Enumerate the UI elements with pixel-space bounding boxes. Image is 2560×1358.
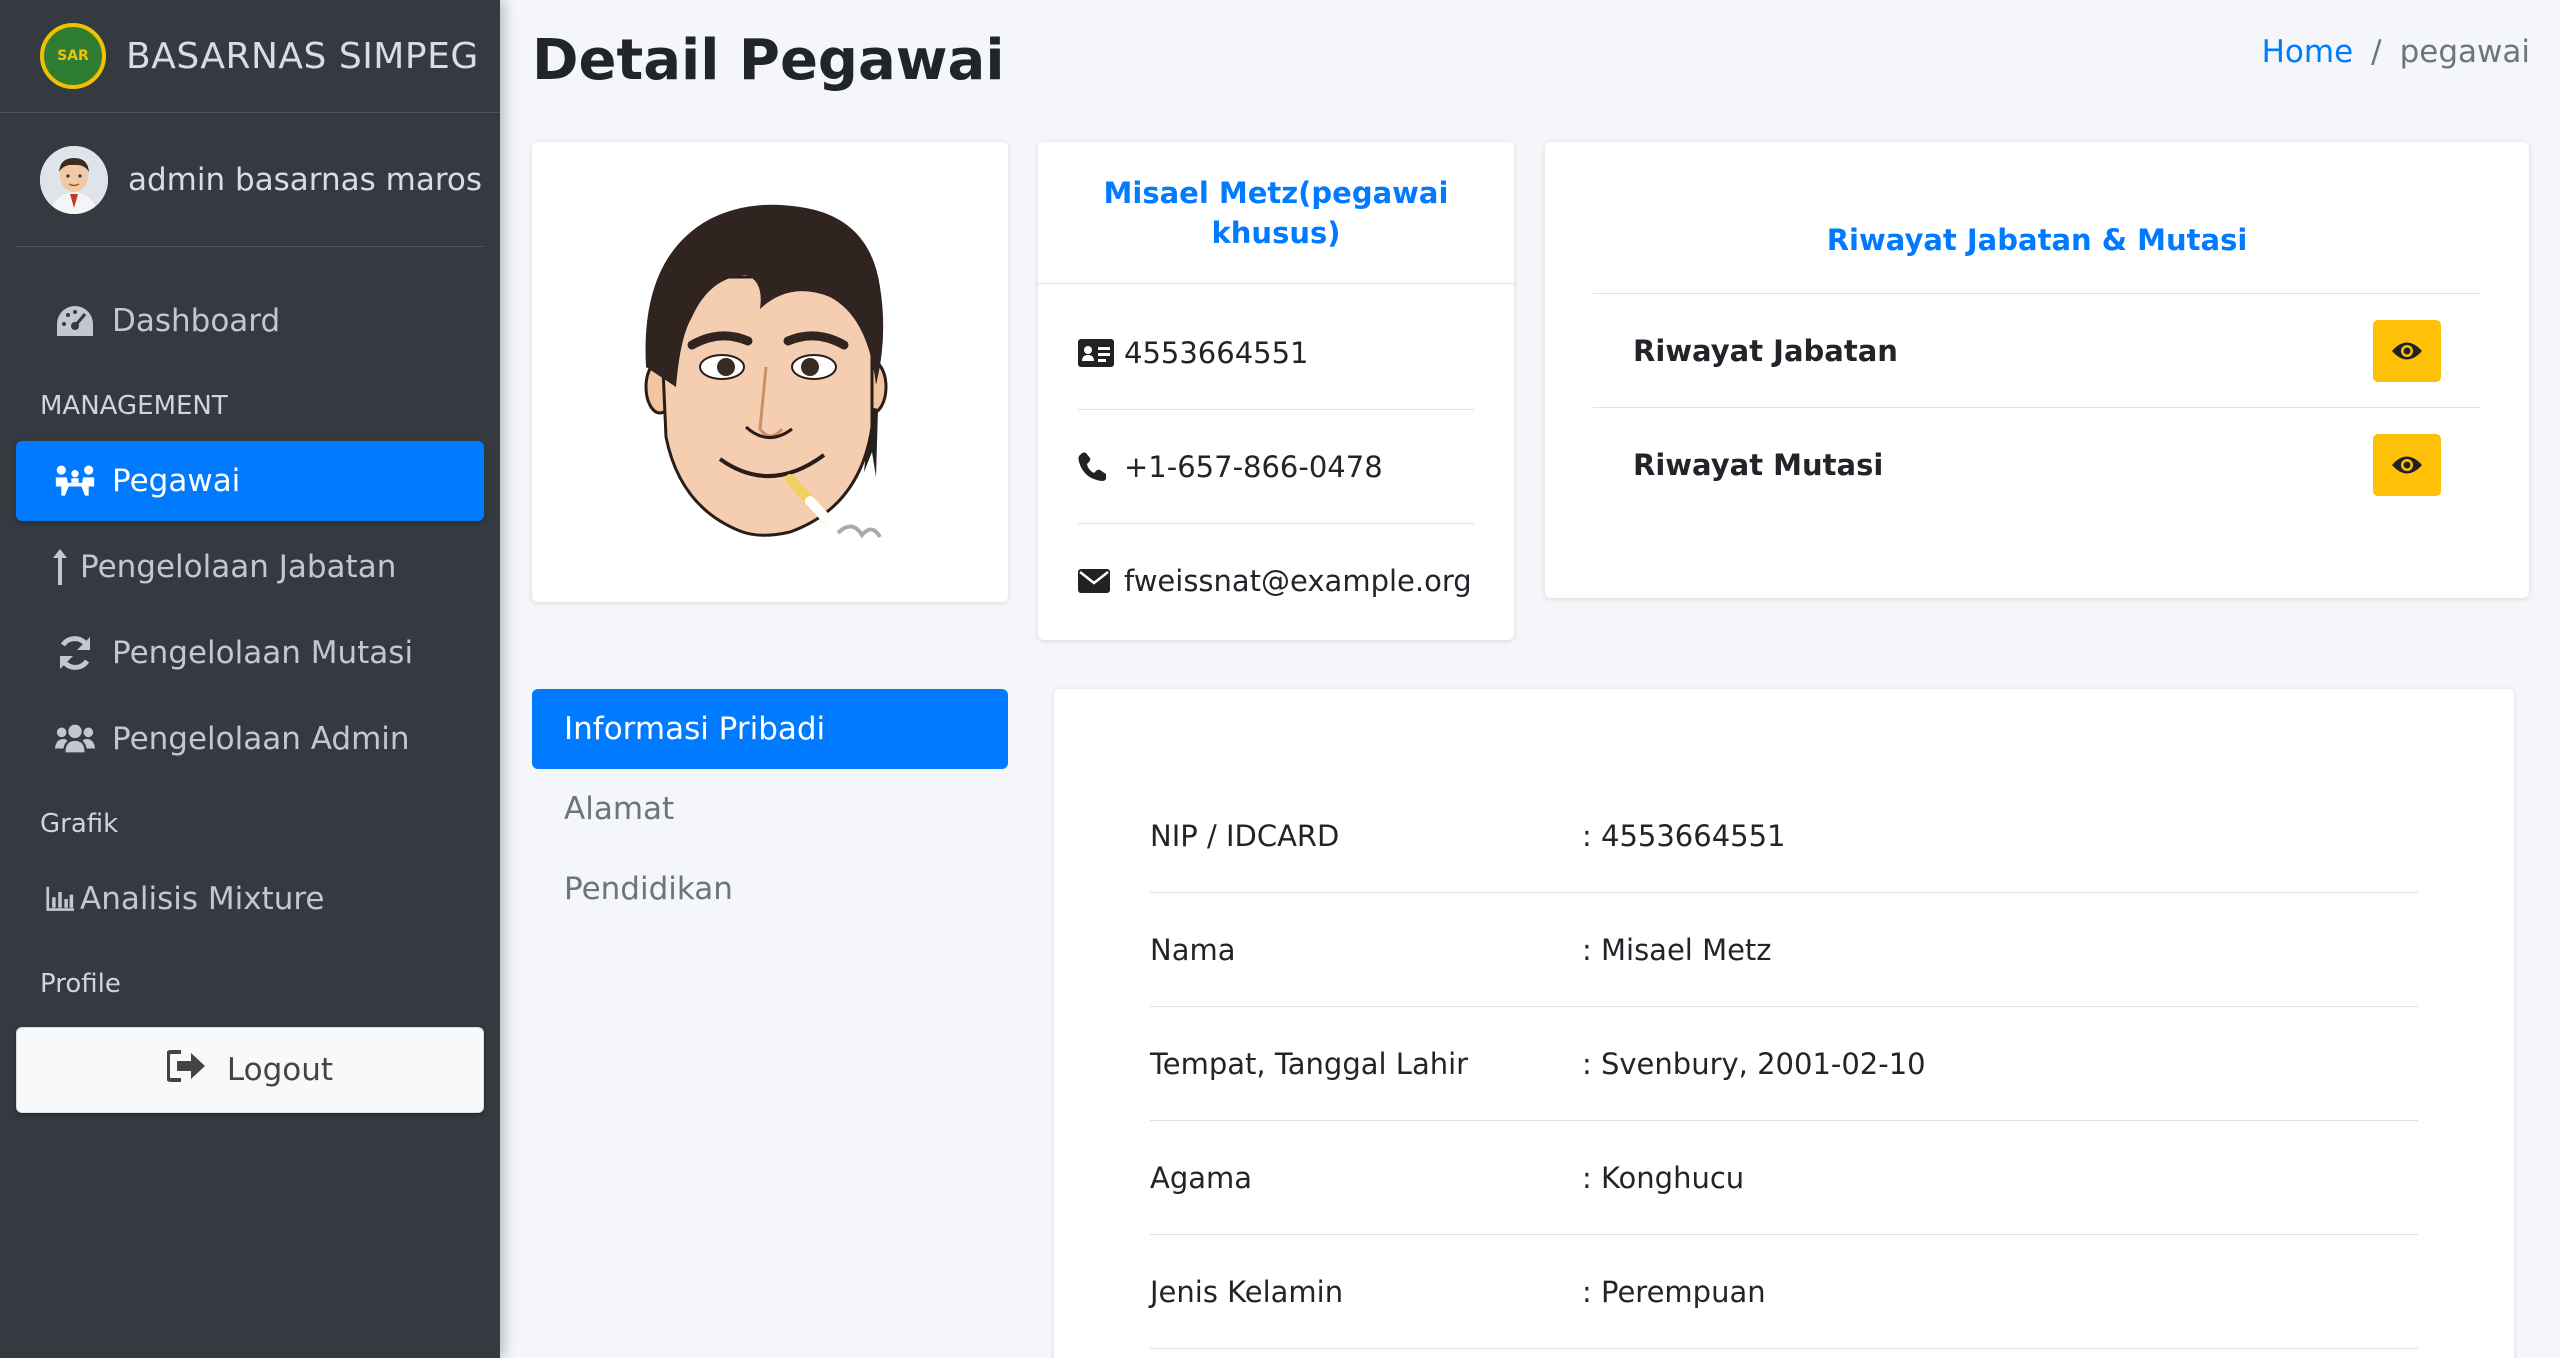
riwayat-card: Riwayat Jabatan & Mutasi Riwayat Jabatan… [1545,142,2529,598]
info-row: Jenis Kelamin : Perempuan [1150,1235,2418,1349]
tab-alamat[interactable]: Alamat [532,769,1008,849]
sidebar-item-admin[interactable]: Pengelolaan Admin [16,699,484,779]
sidebar-item-pegawai[interactable]: Pegawai [16,441,484,521]
logout-button[interactable]: Logout [16,1027,484,1113]
sidebar-item-label: Analisis Mixture [80,881,325,917]
breadcrumb-separator: / [2371,34,2382,70]
employee-name-title: Misael Metz(pegawai khusus) [1038,142,1514,284]
nav-header-profile: Profile [40,969,121,999]
contact-phone-row: +1-657-866-0478 [1078,410,1474,524]
nav-header-grafik: Grafik [40,809,119,839]
detail-tabs: Informasi Pribadi Alamat Pendidikan [532,689,1008,929]
info-value: : Svenbury, 2001-02-10 [1582,1046,1926,1081]
brand-logo-text: SAR [57,48,89,64]
sidebar-item-label: Pengelolaan Jabatan [80,549,397,585]
chart-bar-icon [46,878,74,920]
info-value: : Perempuan [1582,1274,1766,1309]
personal-info-card: NIP / IDCARD : 4553664551 Nama : Misael … [1054,689,2514,1358]
riwayat-mutasi-label: Riwayat Mutasi [1633,448,1884,482]
breadcrumb-home-link[interactable]: Home [2262,34,2354,70]
contact-phone-value: +1-657-866-0478 [1124,449,1383,484]
info-value: : 4553664551 [1582,818,1786,853]
envelope-icon [1078,565,1116,597]
breadcrumb: Home / pegawai [2262,34,2530,70]
app: SAR BASARNAS SIMPEG admin basarnas maros [0,0,2560,1358]
view-riwayat-mutasi-button[interactable] [2373,434,2441,496]
sync-icon [54,632,96,674]
info-label: Jenis Kelamin [1150,1274,1344,1309]
sidebar-item-label: Pengelolaan Mutasi [112,635,414,671]
page-title: Detail Pegawai [532,28,1005,93]
employee-contact-card: Misael Metz(pegawai khusus) 4553664551 +… [1038,142,1514,640]
info-row: Nama : Misael Metz [1150,893,2418,1007]
sidebar-item-label: Pengelolaan Admin [112,721,410,757]
riwayat-title: Riwayat Jabatan & Mutasi [1593,142,2481,294]
sidebar: SAR BASARNAS SIMPEG admin basarnas maros [0,0,500,1358]
sidebar-item-dashboard[interactable]: Dashboard [16,281,484,361]
brand[interactable]: SAR BASARNAS SIMPEG [0,0,500,113]
sidebar-item-mutasi[interactable]: Pengelolaan Mutasi [16,613,484,693]
sidebar-item-jabatan[interactable]: Pengelolaan Jabatan [16,527,484,607]
employee-photo-card [532,142,1008,602]
tachometer-icon [54,300,96,342]
riwayat-jabatan-row: Riwayat Jabatan [1593,294,2481,408]
info-value: : Konghucu [1582,1160,1745,1195]
user-name: admin basarnas maros [128,161,483,198]
sidebar-nav: Dashboard MANAGEMENT Pegawai Pengelolaan… [0,247,500,1113]
users-icon [54,718,96,760]
employee-photo [644,204,888,539]
avatar [40,145,108,214]
user-panel[interactable]: admin basarnas maros [16,113,484,247]
eye-icon [2392,456,2422,474]
sidebar-item-label: Dashboard [112,303,281,339]
info-label: Tempat, Tanggal Lahir [1150,1046,1469,1081]
view-riwayat-jabatan-button[interactable] [2373,319,2441,382]
sign-out-icon [165,1050,207,1090]
info-label: Agama [1150,1160,1253,1195]
info-label: NIP / IDCARD [1150,818,1340,853]
contact-id-row: 4553664551 [1078,296,1474,410]
sidebar-item-analisis[interactable]: Analisis Mixture [16,859,484,939]
riwayat-jabatan-label: Riwayat Jabatan [1633,333,1898,368]
info-row: Tempat, Tanggal Lahir : Svenbury, 2001-0… [1150,1007,2418,1121]
brand-name: BASARNAS SIMPEG [126,35,479,77]
contact-email-value: fweissnat@example.org [1124,564,1472,598]
sidebar-item-label: Pegawai [112,463,241,499]
tab-informasi-pribadi[interactable]: Informasi Pribadi [532,689,1008,769]
phone-icon [1078,451,1116,483]
nav-header-management: MANAGEMENT [40,391,228,421]
info-row: NIP / IDCARD : 4553664551 [1150,779,2418,893]
info-label: Nama [1150,932,1236,967]
contact-email-row: fweissnat@example.org [1078,524,1474,638]
info-value: : Misael Metz [1582,932,1772,967]
brand-logo-icon: SAR [40,23,106,89]
users-meeting-icon [54,460,96,502]
breadcrumb-current: pegawai [2399,34,2530,70]
arrow-up-icon [46,546,74,588]
info-row: Agama : Konghucu [1150,1121,2418,1235]
id-card-icon [1078,337,1116,369]
logout-label: Logout [226,1052,334,1088]
tab-pendidikan[interactable]: Pendidikan [532,849,1008,929]
riwayat-mutasi-row: Riwayat Mutasi [1593,408,2481,522]
contact-id-value: 4553664551 [1124,335,1309,370]
eye-icon [2392,342,2422,359]
avatar-icon [40,145,108,214]
